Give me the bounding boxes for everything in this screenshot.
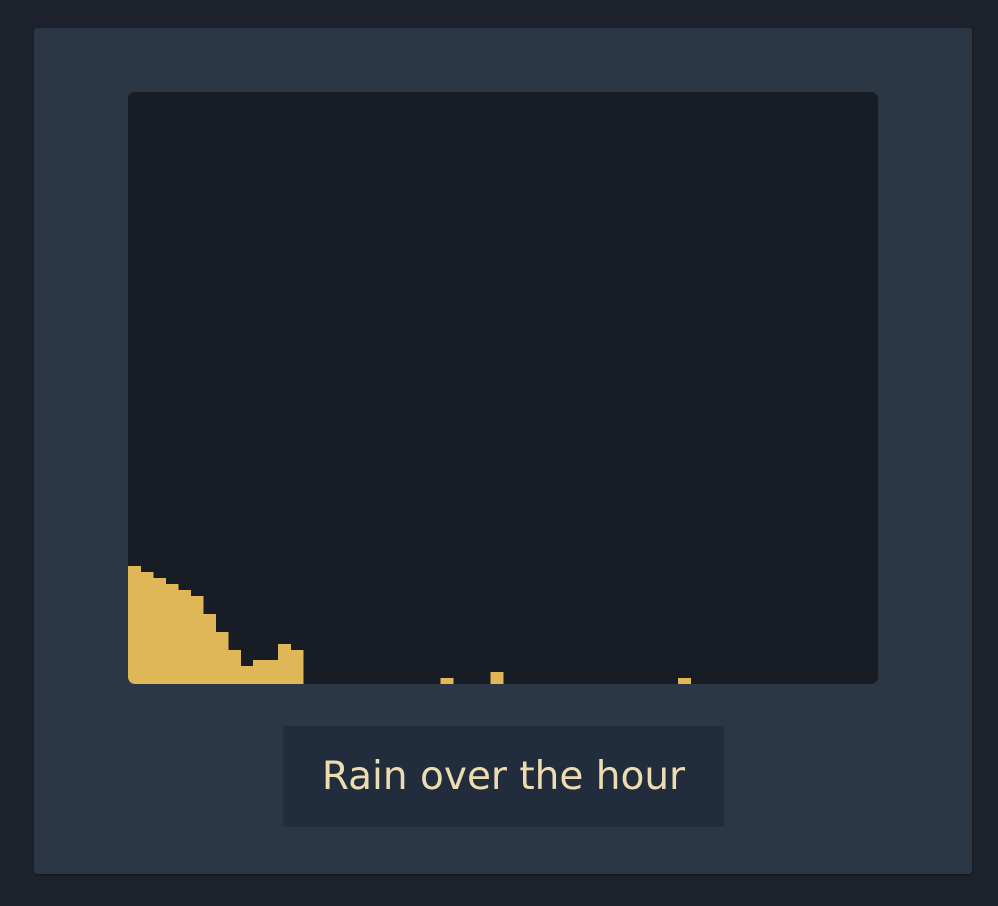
rain-bar-minute-5 bbox=[178, 589, 191, 684]
rain-bar-minute-14 bbox=[290, 649, 304, 684]
rain-bar-minute-30 bbox=[490, 672, 504, 684]
chart-plot-area bbox=[128, 92, 878, 684]
rain-bar-minute-3 bbox=[153, 577, 166, 684]
rain-bar-minute-26 bbox=[440, 678, 454, 684]
rain-bar-minute-11 bbox=[253, 660, 266, 684]
rain-bar-minute-13 bbox=[278, 643, 291, 684]
rain-bar-minute-12 bbox=[265, 660, 279, 684]
rain-bar-minute-7 bbox=[203, 613, 216, 684]
rain-bar-minute-4 bbox=[165, 583, 179, 684]
rain-bar-minute-1 bbox=[128, 565, 141, 684]
chart-card: Rain over the hour bbox=[34, 28, 972, 874]
rain-bar-chart bbox=[128, 565, 691, 684]
rain-bar-minute-45 bbox=[678, 678, 691, 684]
rain-bar-minute-10 bbox=[240, 666, 254, 684]
chart-caption-button[interactable]: Rain over the hour bbox=[283, 726, 724, 827]
rain-bar-minute-8 bbox=[215, 631, 229, 684]
rain-bar-minute-6 bbox=[190, 595, 204, 684]
rain-bar-minute-9 bbox=[228, 649, 241, 684]
rain-bar-minute-2 bbox=[140, 571, 154, 684]
